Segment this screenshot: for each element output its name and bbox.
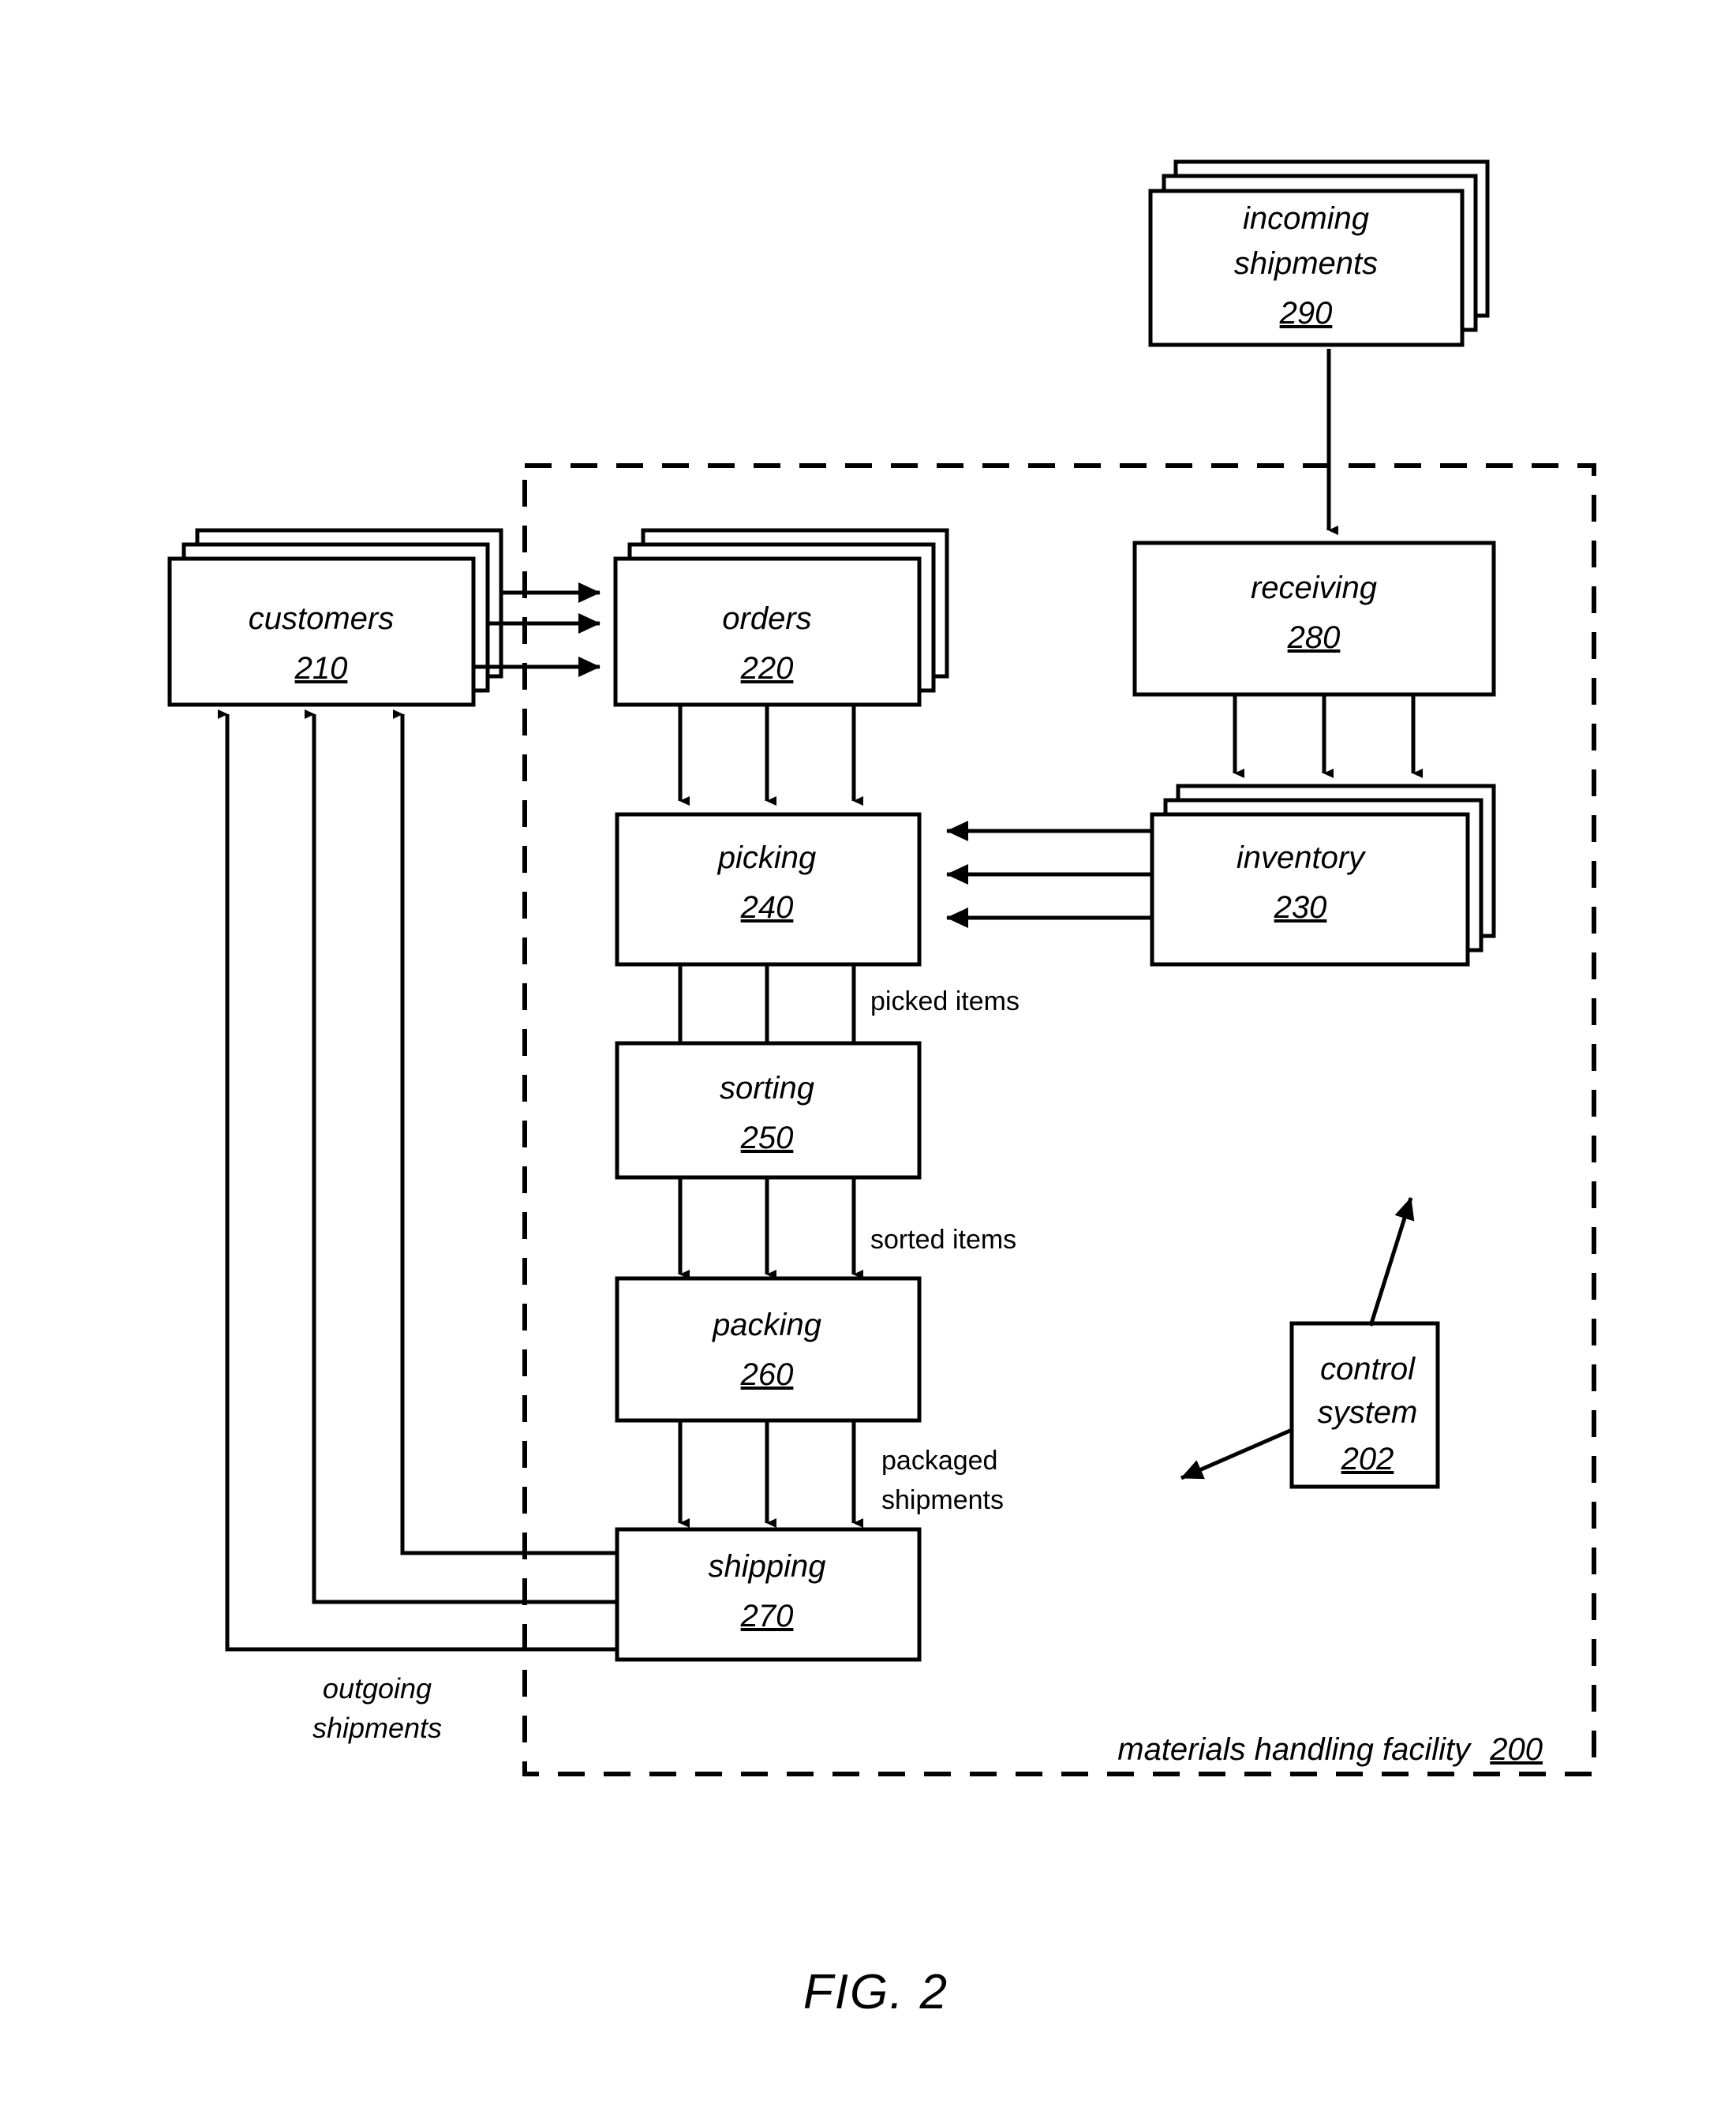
facility-boundary-label: materials handling facility 200 [1117, 1732, 1543, 1767]
node-inventory [1150, 784, 1496, 967]
sorting-box [615, 1041, 922, 1180]
customers-number: 210 [294, 651, 348, 686]
receiving-number: 280 [1287, 620, 1341, 655]
incoming-shipments-number: 290 [1279, 296, 1333, 331]
sorting-number: 250 [740, 1121, 794, 1155]
edge-control-system-up [1368, 1197, 1415, 1327]
sorting-label: sorting [720, 1071, 814, 1106]
facility-boundary-name: materials handling facility [1117, 1732, 1472, 1767]
inventory-box [1150, 812, 1470, 967]
shipping-label: shipping [708, 1549, 825, 1584]
figure-caption: FIG. 2 [803, 1965, 948, 2019]
control-system-label: control [1320, 1352, 1416, 1387]
orders-label: orders [722, 601, 811, 636]
edge-control-system-down [1180, 1428, 1293, 1480]
receiving-box [1132, 541, 1496, 697]
shipping-number: 270 [740, 1599, 794, 1634]
edge-label-outgoing: outgoing [323, 1672, 432, 1705]
orders-number: 220 [740, 651, 794, 686]
incoming-shipments-label-2: shipments [1234, 246, 1378, 281]
picking-number: 240 [740, 890, 794, 925]
facility-boundary-number: 200 [1489, 1732, 1543, 1767]
inventory-number: 230 [1274, 890, 1327, 925]
edge-label-sorted-items: sorted items [870, 1225, 1016, 1255]
packing-number: 260 [740, 1357, 794, 1392]
inventory-label: inventory [1237, 840, 1367, 875]
packing-box [615, 1276, 922, 1423]
packing-label: packing [712, 1308, 821, 1342]
diagram-canvas: incoming shipments 290 customers 210 ord… [167, 159, 1596, 2019]
edge-label-packaged-shipments: shipments [881, 1485, 1004, 1515]
edge-shipping-to-customers-3 [218, 709, 617, 1652]
picking-box [615, 812, 922, 967]
picking-label: picking [717, 840, 817, 875]
edge-shipping-to-customers-2 [305, 709, 617, 1604]
edge-label-picked-items: picked items [870, 986, 1020, 1016]
control-system-number: 202 [1341, 1442, 1394, 1476]
incoming-shipments-label: incoming [1243, 201, 1369, 236]
edge-shipping-to-customers-1 [393, 709, 617, 1555]
node-receiving [1132, 541, 1496, 697]
receiving-label: receiving [1251, 571, 1377, 605]
edge-label-outgoing-shipments: shipments [312, 1712, 442, 1744]
customers-label: customers [249, 601, 395, 636]
edge-label-packaged: packaged [881, 1446, 997, 1476]
patent-figure: incoming shipments 290 customers 210 ord… [0, 0, 1736, 2122]
control-system-label-2: system [1318, 1395, 1418, 1430]
